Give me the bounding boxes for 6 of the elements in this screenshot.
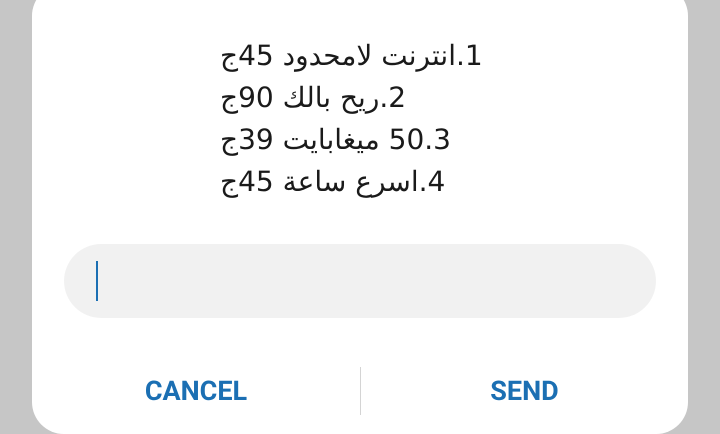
message-line: 1.انترنت لامحدود 45ج bbox=[220, 40, 483, 72]
message-line: 4.اسرع ساعة 45ج bbox=[220, 166, 446, 198]
message-line: 2.ريح بالك 90ج bbox=[220, 82, 406, 114]
message-line: 50.3 ميغابايت 39ج bbox=[220, 124, 451, 156]
send-button[interactable]: SEND bbox=[478, 369, 571, 413]
cancel-button[interactable]: CANCEL bbox=[132, 369, 260, 413]
